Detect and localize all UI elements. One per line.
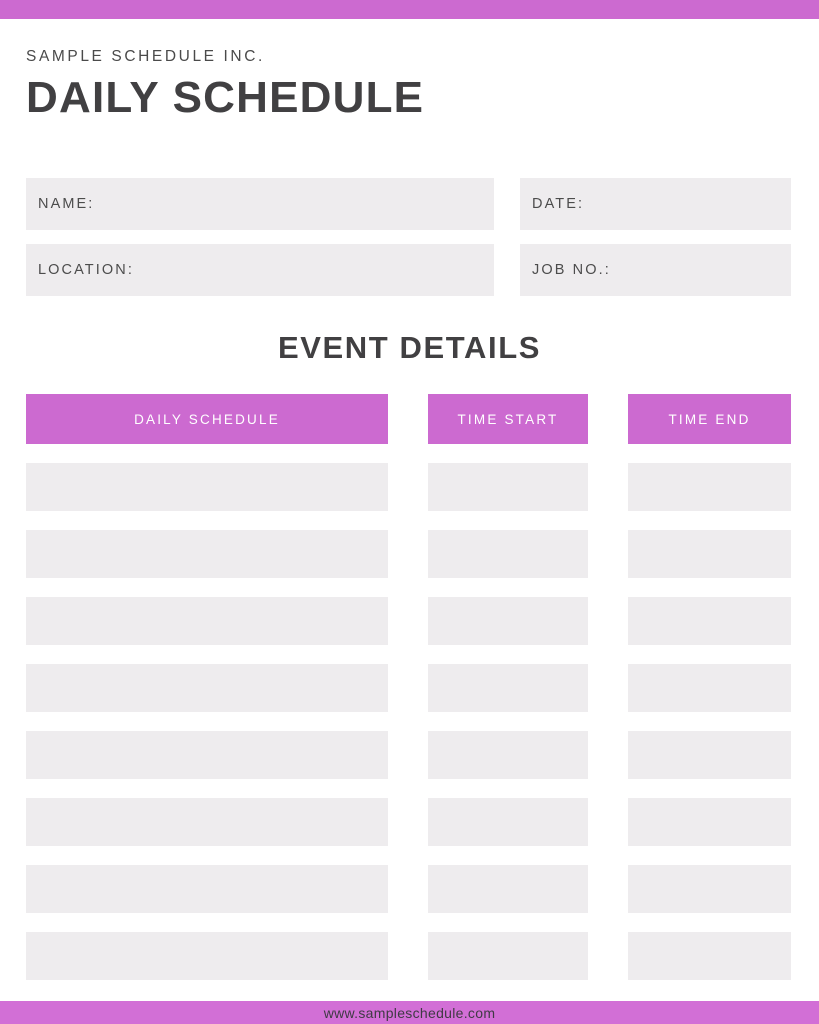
- cell-time-start[interactable]: [428, 530, 588, 578]
- cell-time-end[interactable]: [628, 530, 791, 578]
- info-fields: NAME: DATE: LOCATION: JOB NO.:: [26, 178, 791, 310]
- cell-schedule[interactable]: [26, 664, 388, 712]
- footer-bar: www.sampleschedule.com: [0, 1001, 819, 1024]
- table-row: [26, 932, 791, 980]
- footer-website: www.sampleschedule.com: [323, 1004, 496, 1021]
- table-row: [26, 798, 791, 846]
- table-row: [26, 597, 791, 645]
- cell-time-start[interactable]: [428, 798, 588, 846]
- cell-time-end[interactable]: [628, 932, 791, 980]
- cell-time-start[interactable]: [428, 865, 588, 913]
- location-field[interactable]: LOCATION:: [26, 244, 494, 296]
- job-no-field[interactable]: JOB NO.:: [520, 244, 791, 296]
- document-header: SAMPLE SCHEDULE INC. DAILY SCHEDULE: [26, 48, 791, 121]
- column-header-time-start: TIME START: [428, 394, 588, 444]
- cell-schedule[interactable]: [26, 865, 388, 913]
- cell-time-start[interactable]: [428, 463, 588, 511]
- cell-time-start[interactable]: [428, 597, 588, 645]
- date-field-label: DATE:: [532, 196, 585, 212]
- cell-schedule[interactable]: [26, 932, 388, 980]
- cell-time-end[interactable]: [628, 664, 791, 712]
- table-row: [26, 731, 791, 779]
- table-header-row: DAILY SCHEDULE TIME START TIME END: [26, 394, 791, 444]
- cell-time-end[interactable]: [628, 865, 791, 913]
- table-row: [26, 463, 791, 511]
- column-header-daily-schedule-label: DAILY SCHEDULE: [134, 411, 280, 427]
- top-accent-bar: [0, 0, 819, 19]
- cell-time-end[interactable]: [628, 597, 791, 645]
- cell-schedule[interactable]: [26, 597, 388, 645]
- location-field-label: LOCATION:: [38, 262, 134, 278]
- job-no-field-label: JOB NO.:: [532, 262, 611, 278]
- info-row: NAME: DATE:: [26, 178, 791, 230]
- column-header-time-start-label: TIME START: [457, 411, 559, 427]
- cell-time-end[interactable]: [628, 798, 791, 846]
- table-row: [26, 664, 791, 712]
- column-header-daily-schedule: DAILY SCHEDULE: [26, 394, 388, 444]
- column-header-time-end: TIME END: [628, 394, 791, 444]
- cell-schedule[interactable]: [26, 798, 388, 846]
- cell-schedule[interactable]: [26, 731, 388, 779]
- cell-schedule[interactable]: [26, 530, 388, 578]
- table-row: [26, 865, 791, 913]
- page-title: DAILY SCHEDULE: [26, 72, 425, 122]
- company-name: SAMPLE SCHEDULE INC.: [26, 48, 265, 65]
- cell-time-start[interactable]: [428, 664, 588, 712]
- name-field[interactable]: NAME:: [26, 178, 494, 230]
- name-field-label: NAME:: [38, 196, 95, 212]
- cell-schedule[interactable]: [26, 463, 388, 511]
- daily-schedule-page: SAMPLE SCHEDULE INC. DAILY SCHEDULE NAME…: [0, 0, 819, 1024]
- cell-time-start[interactable]: [428, 731, 588, 779]
- event-details-table: DAILY SCHEDULE TIME START TIME END: [26, 394, 791, 999]
- info-row: LOCATION: JOB NO.:: [26, 244, 791, 296]
- event-details-heading: EVENT DETAILS: [277, 330, 542, 365]
- table-body: [26, 463, 791, 980]
- cell-time-start[interactable]: [428, 932, 588, 980]
- cell-time-end[interactable]: [628, 463, 791, 511]
- column-header-time-end-label: TIME END: [668, 411, 751, 427]
- cell-time-end[interactable]: [628, 731, 791, 779]
- date-field[interactable]: DATE:: [520, 178, 791, 230]
- table-row: [26, 530, 791, 578]
